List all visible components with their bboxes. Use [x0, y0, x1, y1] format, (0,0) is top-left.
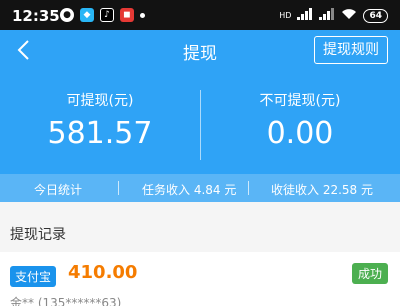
available-value: 581.57: [47, 116, 153, 151]
status-time: 12:35: [12, 7, 60, 25]
system-icons: HD 64: [279, 8, 388, 23]
signal-icon: [297, 8, 313, 23]
records-title: 提现记录: [10, 227, 66, 243]
available-balance: 可提现(元) 581.57: [0, 90, 200, 151]
app-icon: ◆: [80, 8, 94, 22]
nav-bar: 提现 提现规则: [0, 30, 400, 70]
alipay-badge: 支付宝: [10, 266, 57, 287]
list-item[interactable]: 支付宝 410.00 成功 金** (135******63): [0, 252, 400, 306]
today-stats[interactable]: 今日统计: [34, 181, 82, 198]
divider: [248, 181, 249, 195]
signal-icon: [319, 8, 335, 23]
battery-icon: 64: [363, 8, 388, 23]
unavailable-value: 0.00: [266, 116, 334, 151]
unavailable-balance: 不可提现(元) 0.00: [200, 90, 400, 151]
task-income: 任务收入 4.84 元: [142, 183, 237, 197]
status-badge: 成功: [351, 263, 388, 284]
hd-indicator: HD: [279, 10, 292, 20]
apprentice-income: 收徒收入 22.58 元: [271, 183, 373, 197]
balance-panel: 可提现(元) 581.57 不可提现(元) 0.00: [0, 70, 400, 174]
notification-icons: ● ◆ ♪ ◼: [60, 8, 145, 22]
withdraw-amount: 410.00: [68, 262, 138, 283]
withdraw-rules-button[interactable]: 提现规则: [314, 36, 388, 64]
account-info: 金** (135******63): [10, 296, 122, 306]
unavailable-label: 不可提现(元): [259, 93, 341, 109]
divider: [118, 181, 119, 195]
wechat-icon: ●: [60, 8, 74, 22]
app-red-icon: ◼: [120, 8, 134, 22]
dot-icon: [140, 13, 145, 18]
wifi-icon: [341, 8, 357, 23]
tiktok-icon: ♪: [100, 8, 114, 22]
status-bar: 12:35 ● ◆ ♪ ◼ HD 64: [0, 0, 400, 30]
stats-bar: 今日统计 任务收入 4.84 元 收徒收入 22.58 元: [0, 174, 400, 202]
available-label: 可提现(元): [66, 93, 134, 109]
